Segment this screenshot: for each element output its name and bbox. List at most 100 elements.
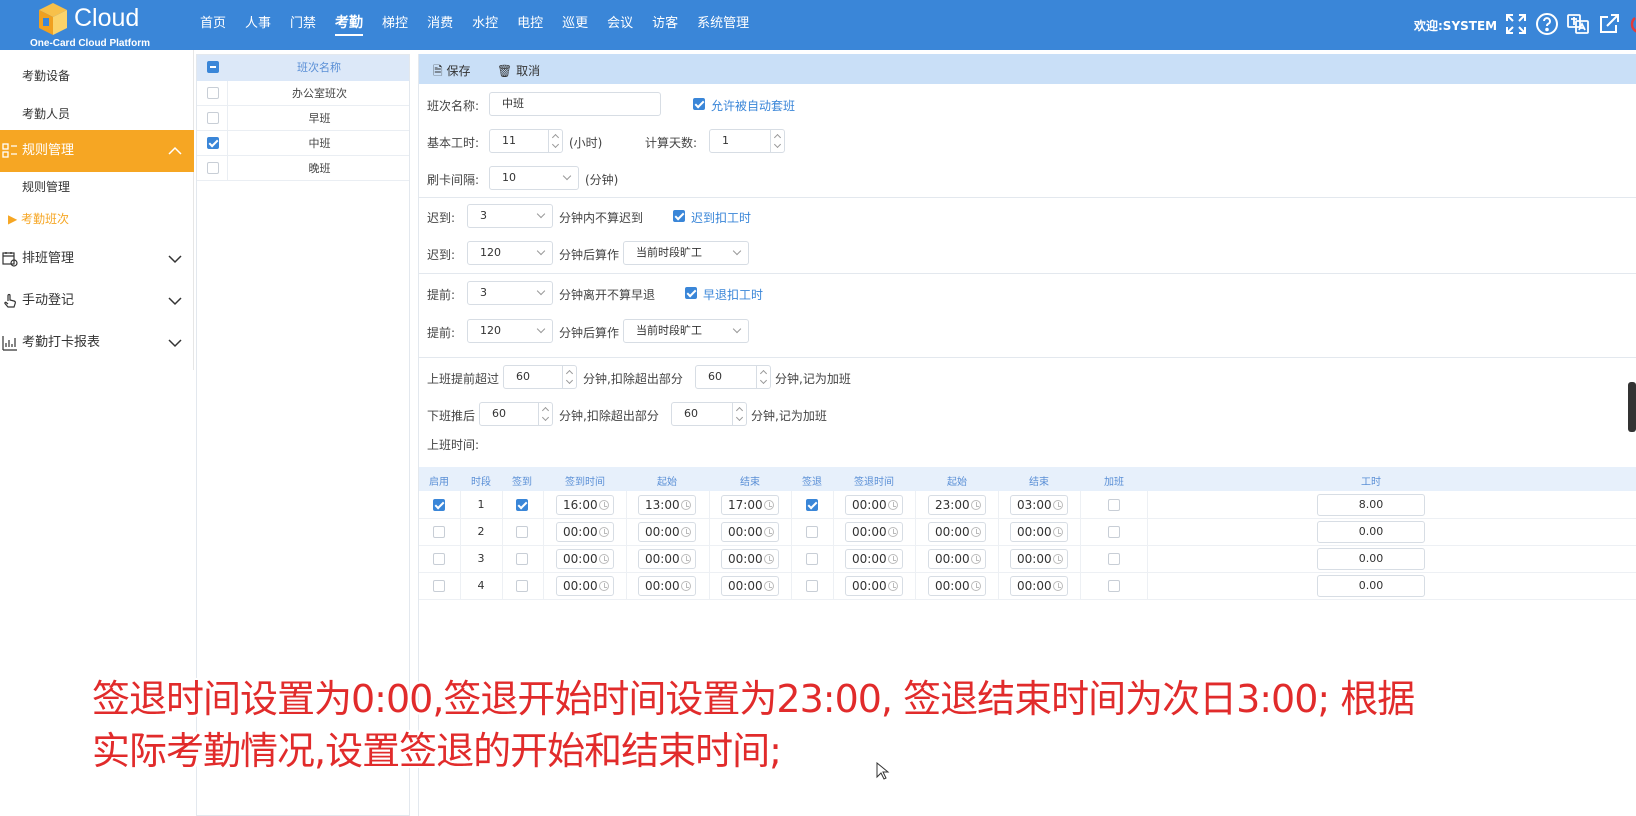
enable-checkbox[interactable] bbox=[433, 553, 445, 565]
nav-item[interactable]: 巡更 bbox=[562, 0, 588, 50]
shift-list-item[interactable]: 早班 bbox=[197, 106, 409, 131]
checkout-checkbox[interactable] bbox=[806, 553, 818, 565]
early-absent-type-select[interactable]: 当前时段旷工 bbox=[623, 319, 749, 343]
help-icon[interactable] bbox=[1535, 12, 1559, 36]
enable-checkbox[interactable] bbox=[433, 580, 445, 592]
sidebar-group-punch-report[interactable]: 考勤打卡报表 bbox=[0, 322, 194, 364]
shift-list-item[interactable]: 中班 bbox=[197, 131, 409, 156]
language-icon[interactable] bbox=[1566, 12, 1590, 36]
checkout-checkbox[interactable] bbox=[806, 580, 818, 592]
overtime-checkbox[interactable] bbox=[1108, 580, 1120, 592]
sidebar-item-attendance-staff[interactable]: 考勤人员 bbox=[22, 105, 70, 122]
fullscreen-icon[interactable] bbox=[1504, 12, 1528, 36]
late-deduct-checkbox[interactable] bbox=[673, 210, 685, 222]
checkout-end-picker[interactable]: 03:00 bbox=[1010, 495, 1068, 515]
nav-item[interactable]: 考勤 bbox=[335, 0, 364, 36]
sidebar-group-rules[interactable]: 规则管理 bbox=[0, 130, 194, 172]
sidebar-group-scheduling[interactable]: 排班管理 bbox=[0, 238, 194, 280]
checkin-checkbox[interactable] bbox=[516, 499, 528, 511]
ot-before-stepper[interactable] bbox=[562, 366, 576, 388]
chevron-down-icon[interactable] bbox=[166, 334, 184, 352]
power-icon[interactable] bbox=[1628, 12, 1636, 36]
shift-list-item[interactable]: 晚班 bbox=[197, 156, 409, 181]
external-link-icon[interactable] bbox=[1597, 12, 1621, 36]
checkout-time-picker[interactable]: 00:00 bbox=[845, 576, 903, 596]
early-absent-minutes-select[interactable]: 120 bbox=[467, 319, 553, 343]
overtime-checkbox[interactable] bbox=[1108, 526, 1120, 538]
late-minutes-select[interactable]: 3 bbox=[467, 204, 553, 228]
sidebar-item-attendance-shift[interactable]: ▶ 考勤班次 bbox=[8, 210, 69, 227]
enable-checkbox[interactable] bbox=[433, 499, 445, 511]
late-absent-type-select[interactable]: 当前时段旷工 bbox=[623, 241, 749, 265]
calc-days-input[interactable]: 1 bbox=[709, 129, 785, 153]
auto-schedule-checkbox[interactable] bbox=[693, 98, 705, 110]
early-minutes-select[interactable]: 3 bbox=[467, 281, 553, 305]
sidebar-group-manual-registration[interactable]: 手动登记 bbox=[0, 280, 194, 322]
nav-item[interactable]: 消费 bbox=[427, 0, 453, 50]
shift-name-input[interactable]: 中班 bbox=[489, 92, 661, 116]
ot-after-deduct-stepper[interactable] bbox=[732, 403, 746, 425]
ot-after-stepper[interactable] bbox=[538, 403, 552, 425]
work-hours-field[interactable]: 0.00 bbox=[1317, 548, 1425, 570]
scrollbar-thumb[interactable] bbox=[1628, 382, 1636, 432]
ot-after-input[interactable]: 60 bbox=[479, 402, 553, 426]
base-hours-stepper[interactable] bbox=[548, 130, 562, 152]
ot-before-input[interactable]: 60 bbox=[503, 365, 577, 389]
brand-logo[interactable]: Cloud One-Card Cloud Platform bbox=[30, 2, 160, 49]
checkin-start-picker[interactable]: 00:00 bbox=[638, 522, 696, 542]
checkout-start-picker[interactable]: 00:00 bbox=[928, 522, 986, 542]
work-hours-field[interactable]: 0.00 bbox=[1317, 575, 1425, 597]
ot-before-deduct-input[interactable]: 60 bbox=[695, 365, 771, 389]
shift-list-item[interactable]: 办公室班次 bbox=[197, 81, 409, 106]
save-button[interactable]: 🗎 保存 bbox=[433, 62, 470, 83]
checkin-end-picker[interactable]: 00:00 bbox=[721, 549, 779, 569]
checkout-time-picker[interactable]: 00:00 bbox=[845, 549, 903, 569]
nav-item[interactable]: 首页 bbox=[200, 0, 226, 50]
checkout-time-picker[interactable]: 00:00 bbox=[845, 495, 903, 515]
chevron-down-icon[interactable] bbox=[166, 250, 184, 268]
enable-checkbox[interactable] bbox=[433, 526, 445, 538]
checkout-end-picker[interactable]: 00:00 bbox=[1010, 522, 1068, 542]
checkin-checkbox[interactable] bbox=[516, 553, 528, 565]
ot-before-deduct-stepper[interactable] bbox=[756, 366, 770, 388]
late-absent-minutes-select[interactable]: 120 bbox=[467, 241, 553, 265]
checkin-time-picker[interactable]: 16:00 bbox=[556, 495, 614, 515]
checkout-end-picker[interactable]: 00:00 bbox=[1010, 549, 1068, 569]
checkout-time-picker[interactable]: 00:00 bbox=[845, 522, 903, 542]
ot-after-deduct-input[interactable]: 60 bbox=[671, 402, 747, 426]
shift-checkbox[interactable] bbox=[207, 137, 219, 149]
checkin-checkbox[interactable] bbox=[516, 526, 528, 538]
shift-checkbox[interactable] bbox=[207, 87, 219, 99]
checkout-checkbox[interactable] bbox=[806, 499, 818, 511]
overtime-checkbox[interactable] bbox=[1108, 499, 1120, 511]
early-deduct-checkbox[interactable] bbox=[685, 287, 697, 299]
checkin-time-picker[interactable]: 00:00 bbox=[556, 576, 614, 596]
base-hours-input[interactable]: 11 bbox=[489, 129, 563, 153]
calc-days-stepper[interactable] bbox=[770, 130, 784, 152]
checkin-time-picker[interactable]: 00:00 bbox=[556, 549, 614, 569]
checkin-end-picker[interactable]: 00:00 bbox=[721, 522, 779, 542]
checkout-start-picker[interactable]: 00:00 bbox=[928, 576, 986, 596]
chevron-down-icon[interactable] bbox=[166, 292, 184, 310]
checkin-start-picker[interactable]: 13:00 bbox=[638, 495, 696, 515]
checkout-start-picker[interactable]: 00:00 bbox=[928, 549, 986, 569]
sidebar-item-attendance-device[interactable]: 考勤设备 bbox=[22, 67, 70, 84]
nav-item[interactable]: 水控 bbox=[472, 0, 498, 50]
checkout-start-picker[interactable]: 23:00 bbox=[928, 495, 986, 515]
cancel-button[interactable]: 🗑 取消 bbox=[497, 62, 540, 79]
checkout-end-picker[interactable]: 00:00 bbox=[1010, 576, 1068, 596]
checkin-end-picker[interactable]: 17:00 bbox=[721, 495, 779, 515]
checkout-checkbox[interactable] bbox=[806, 526, 818, 538]
checkin-start-picker[interactable]: 00:00 bbox=[638, 549, 696, 569]
shift-checkbox[interactable] bbox=[207, 162, 219, 174]
checkin-checkbox[interactable] bbox=[516, 580, 528, 592]
work-hours-field[interactable]: 0.00 bbox=[1317, 521, 1425, 543]
checkin-time-picker[interactable]: 00:00 bbox=[556, 522, 614, 542]
overtime-checkbox[interactable] bbox=[1108, 553, 1120, 565]
work-hours-field[interactable]: 8.00 bbox=[1317, 494, 1425, 516]
nav-item[interactable]: 人事 bbox=[245, 0, 271, 50]
shift-checkbox[interactable] bbox=[207, 112, 219, 124]
select-all-checkbox[interactable] bbox=[207, 61, 219, 73]
nav-item[interactable]: 电控 bbox=[517, 0, 543, 50]
chevron-up-icon[interactable] bbox=[166, 142, 184, 160]
